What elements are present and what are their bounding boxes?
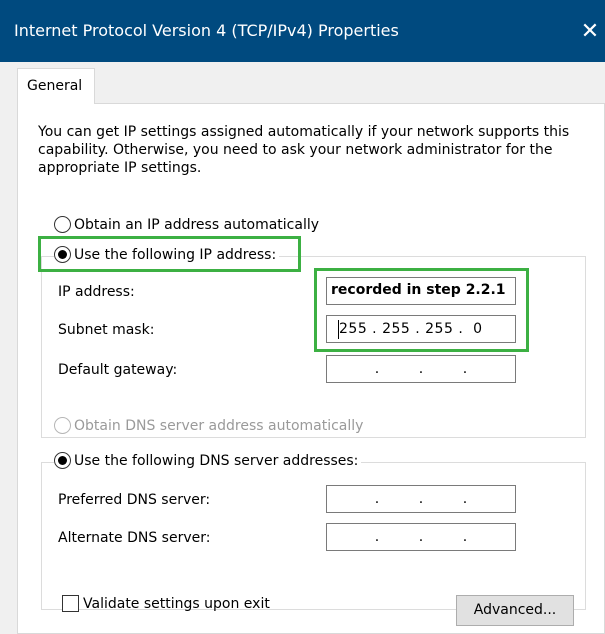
advanced-button[interactable]: Advanced... <box>456 595 574 626</box>
close-icon[interactable]: ✕ <box>575 12 605 52</box>
description-text: You can get IP settings assigned automat… <box>38 124 570 176</box>
obtain-dns-auto-radio[interactable]: Obtain DNS server address automatically <box>54 417 363 434</box>
preferred-dns-field[interactable]: ... <box>326 485 516 513</box>
ip-address-label: IP address: <box>58 284 135 300</box>
ip-separators: ... <box>374 491 468 507</box>
radio-checked-icon <box>54 452 71 469</box>
use-following-ip-radio[interactable]: Use the following IP address: <box>54 246 280 263</box>
checkbox-unchecked-icon <box>62 595 79 612</box>
alternate-dns-field[interactable]: ... <box>326 523 516 551</box>
subnet-mask-value: 255 . 255 . 255 . 0 <box>339 321 483 337</box>
preferred-dns-label: Preferred DNS server: <box>58 492 211 508</box>
tab-general[interactable]: General <box>17 68 95 104</box>
subnet-mask-field[interactable]: 255 . 255 . 255 . 0 <box>326 315 516 343</box>
ip-address-value: recorded in step 2.2.1 <box>331 282 506 298</box>
subnet-mask-label: Subnet mask: <box>58 322 155 338</box>
use-following-dns-radio[interactable]: Use the following DNS server addresses: <box>54 452 362 469</box>
ip-address-field[interactable]: recorded in step 2.2.1 <box>326 277 516 305</box>
radio-unchecked-icon <box>54 216 71 233</box>
radio-checked-icon <box>54 246 71 263</box>
obtain-ip-auto-label: Obtain an IP address automatically <box>74 216 320 233</box>
title-bar: Internet Protocol Version 4 (TCP/IPv4) P… <box>0 0 605 62</box>
ip-separators: ... <box>374 361 468 377</box>
validate-settings-label: Validate settings upon exit <box>83 595 270 612</box>
validate-settings-checkbox[interactable]: Validate settings upon exit <box>62 595 270 612</box>
radio-disabled-icon <box>54 417 71 434</box>
default-gateway-label: Default gateway: <box>58 362 178 378</box>
use-following-ip-label: Use the following IP address: <box>74 246 277 263</box>
alternate-dns-label: Alternate DNS server: <box>58 530 211 546</box>
general-panel: You can get IP settings assigned automat… <box>17 103 605 634</box>
obtain-dns-auto-label: Obtain DNS server address automatically <box>74 417 364 434</box>
dialog-body: General You can get IP settings assigned… <box>0 62 605 634</box>
window-title: Internet Protocol Version 4 (TCP/IPv4) P… <box>14 21 399 40</box>
ip-separators: ... <box>374 529 468 545</box>
default-gateway-field[interactable]: ... <box>326 355 516 383</box>
use-following-dns-label: Use the following DNS server addresses: <box>74 452 359 469</box>
obtain-ip-auto-radio[interactable]: Obtain an IP address automatically <box>54 216 319 233</box>
